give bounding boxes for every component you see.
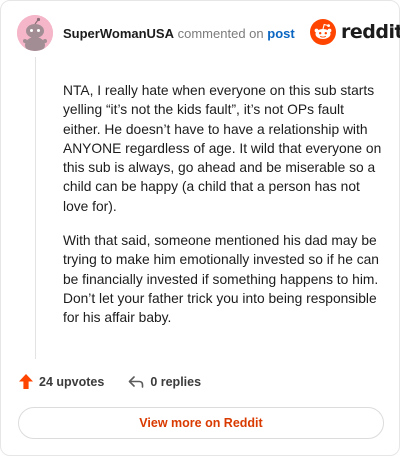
reddit-wordmark: reddit: [341, 21, 400, 43]
reply-count: 0 replies: [150, 374, 202, 389]
snoo-avatar-icon: [17, 15, 53, 51]
author-name[interactable]: SuperWomanUSA: [63, 26, 174, 41]
reddit-alien-icon: [310, 19, 336, 45]
reddit-comment-card: SuperWomanUSA commented on post reddit N…: [0, 0, 400, 456]
replies-button[interactable]: 0 replies: [128, 375, 201, 389]
upvote-arrow-icon: [19, 374, 33, 389]
view-more-button[interactable]: View more on Reddit: [18, 407, 384, 439]
comment-body: NTA, I really hate when everyone on this…: [63, 81, 385, 343]
upvote-button[interactable]: 24 upvotes: [19, 374, 104, 389]
reply-arrow-icon: [129, 375, 144, 388]
upvote-count: 24 upvotes: [39, 374, 105, 389]
comment-actions: 24 upvotes 0 replies: [19, 374, 201, 389]
reddit-logo[interactable]: reddit: [310, 19, 400, 45]
post-link[interactable]: post: [267, 26, 294, 41]
comment-paragraph-2: With that said, someone mentioned his da…: [63, 233, 379, 326]
comment-paragraph-1: NTA, I really hate when everyone on this…: [63, 83, 382, 214]
thread-line: [35, 57, 36, 359]
header-action-text: commented on: [177, 26, 264, 41]
avatar[interactable]: [17, 15, 53, 51]
comment-header: SuperWomanUSA commented on post: [63, 26, 295, 42]
